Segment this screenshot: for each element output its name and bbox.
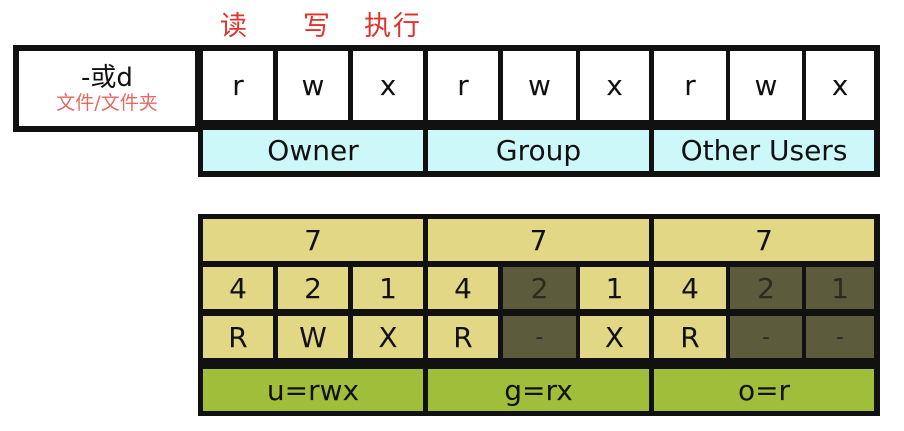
group-group: Group xyxy=(428,130,649,171)
perm-other-execute: x xyxy=(806,51,874,120)
bit-group-1: 1 xyxy=(580,267,649,309)
octal-group: 7 xyxy=(428,219,649,261)
flag-other-x: - xyxy=(806,316,874,358)
file-type-label: -或d xyxy=(81,62,133,93)
symbolic-group: g=rx xyxy=(428,369,649,411)
perm-owner-read: r xyxy=(203,51,273,120)
bit-other-1: 1 xyxy=(806,267,874,309)
bit-owner-4: 4 xyxy=(203,267,273,309)
perm-group-read: r xyxy=(428,51,498,120)
execute-header: 执行 xyxy=(364,11,422,42)
perm-owner-write: w xyxy=(278,51,348,120)
bit-owner-2: 2 xyxy=(278,267,348,309)
octal-owner: 7 xyxy=(203,219,423,261)
symbolic-owner: u=rwx xyxy=(203,369,423,411)
group-other-users: Other Users xyxy=(654,130,874,171)
file-type-caption: 文件/文件夹 xyxy=(56,91,158,114)
read-header: 读 xyxy=(220,11,249,42)
bit-owner-1: 1 xyxy=(353,267,423,309)
symbolic-other: o=r xyxy=(654,369,874,411)
write-header: 写 xyxy=(303,11,332,42)
flag-group-w: - xyxy=(503,316,576,358)
flag-owner-r: R xyxy=(203,316,273,358)
flag-group-r: R xyxy=(428,316,498,358)
perm-group-execute: x xyxy=(580,51,649,120)
perm-other-write: w xyxy=(730,51,802,120)
perm-group-write: w xyxy=(503,51,576,120)
perm-other-read: r xyxy=(654,51,726,120)
perm-owner-execute: x xyxy=(353,51,423,120)
octal-other: 7 xyxy=(654,219,874,261)
flag-other-r: R xyxy=(654,316,726,358)
flag-owner-w: W xyxy=(278,316,348,358)
bit-other-4: 4 xyxy=(654,267,726,309)
group-owner: Owner xyxy=(203,130,423,171)
bit-group-4: 4 xyxy=(428,267,498,309)
bit-other-2: 2 xyxy=(730,267,802,309)
bit-group-2: 2 xyxy=(503,267,576,309)
flag-other-w: - xyxy=(730,316,802,358)
flag-owner-x: X xyxy=(353,316,423,358)
flag-group-x: X xyxy=(580,316,649,358)
file-type-cell: -或d 文件/文件夹 xyxy=(19,51,195,126)
